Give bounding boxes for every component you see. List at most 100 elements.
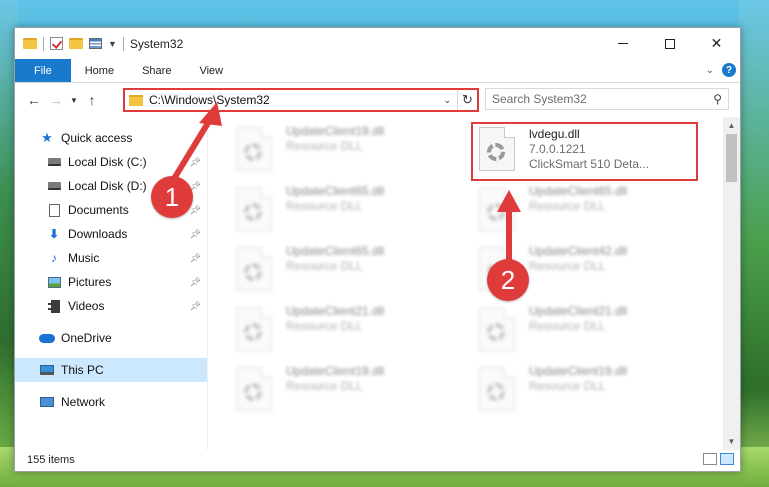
chevron-down-icon[interactable]: ▼ [108, 39, 117, 49]
chevron-down-icon[interactable]: ⌄ [443, 95, 451, 106]
list-item[interactable]: UpdateClient21.dll Resource DLL [479, 304, 627, 360]
file-meta: UpdateClient19.dll Resource DLL [529, 364, 627, 420]
pin-icon[interactable]: 📌︎ [190, 253, 201, 264]
list-item[interactable]: UpdateClient65.dll Resource DLL [479, 184, 627, 240]
highlighted-file[interactable]: lvdegu.dll 7.0.0.1221 ClickSmart 510 Det… [471, 122, 698, 181]
list-item[interactable]: UpdateClient19.dll Resource DLL [236, 124, 384, 180]
folder-icon [23, 38, 37, 49]
document-icon [46, 203, 62, 217]
close-button[interactable]: ✕ [693, 28, 740, 59]
help-icon[interactable]: ? [722, 63, 736, 77]
sidebar-item-label: Documents [68, 203, 129, 217]
new-folder-icon[interactable] [69, 38, 83, 49]
file-list: UpdateClient19.dll Resource DLL UpdateCl… [208, 117, 740, 450]
file-meta: UpdateClient65.dll Resource DLL [529, 184, 627, 240]
dll-file-icon [479, 307, 515, 351]
dll-file-icon [236, 247, 272, 291]
tab-share[interactable]: Share [128, 59, 185, 82]
address-bar[interactable]: C:\Windows\System32 ⌄ ↻ [123, 88, 479, 112]
file-type: Resource DLL [529, 259, 606, 273]
file-version: 7.0.0.1221 [529, 142, 586, 156]
file-meta: UpdateClient19.dll Resource DLL [286, 364, 384, 420]
pin-icon[interactable]: 📌︎ [190, 229, 201, 240]
tab-file[interactable]: File [15, 59, 71, 82]
file-name: UpdateClient65.dll [529, 184, 628, 198]
list-item[interactable]: UpdateClient19.dll Resource DLL [236, 364, 384, 420]
maximize-button[interactable] [646, 28, 693, 59]
quick-access-toolbar: ▼ [15, 36, 124, 51]
list-item[interactable]: UpdateClient19.dll Resource DLL [479, 364, 627, 420]
file-name: UpdateClient19.dll [286, 124, 385, 138]
list-item[interactable]: UpdateClient65.dll Resource DLL [236, 244, 384, 300]
sidebar-item-videos[interactable]: Videos 📌︎ [15, 294, 207, 318]
sidebar-item-pictures[interactable]: Pictures 📌︎ [15, 270, 207, 294]
minimize-button[interactable] [599, 28, 646, 59]
step-badge-1: 1 [151, 176, 193, 218]
scrollbar-thumb[interactable] [726, 134, 737, 182]
list-item[interactable]: UpdateClient65.dll Resource DLL [236, 184, 384, 240]
sidebar-item-downloads[interactable]: ⬇ Downloads 📌︎ [15, 222, 207, 246]
file-type: Resource DLL [286, 259, 363, 273]
address-path[interactable]: C:\Windows\System32 [149, 93, 443, 107]
explorer-body: ★ Quick access Local Disk (C:) 📌︎ Local … [15, 117, 740, 450]
tiles-view-icon[interactable] [720, 453, 734, 465]
drive-icon [46, 179, 62, 193]
navigation-pane: ★ Quick access Local Disk (C:) 📌︎ Local … [15, 117, 208, 450]
details-view-icon[interactable] [703, 453, 717, 465]
file-meta: UpdateClient19.dll Resource DLL [286, 124, 384, 180]
scroll-down-icon[interactable]: ▼ [723, 433, 740, 450]
window-controls: ✕ [599, 28, 740, 59]
file-meta: UpdateClient21.dll Resource DLL [529, 304, 627, 360]
pin-icon[interactable]: 📌︎ [190, 205, 201, 216]
list-item[interactable]: UpdateClient21.dll Resource DLL [236, 304, 384, 360]
minimize-icon [617, 43, 628, 44]
back-button[interactable]: ← [23, 89, 45, 111]
vertical-scrollbar[interactable]: ▲ ▼ [723, 117, 740, 450]
file-meta: UpdateClient65.dll Resource DLL [286, 184, 384, 240]
sidebar-item-label: This PC [61, 363, 104, 377]
file-meta: UpdateClient21.dll Resource DLL [286, 304, 384, 360]
scroll-up-icon[interactable]: ▲ [723, 117, 740, 134]
navigation-bar: ← → ▼ ↑ C:\Windows\System32 ⌄ ↻ ⚲ [15, 83, 740, 117]
dll-file-icon [236, 307, 272, 351]
pin-icon[interactable]: 📌︎ [190, 157, 201, 168]
folder-icon [129, 94, 143, 106]
file-meta: lvdegu.dll 7.0.0.1221 ClickSmart 510 Det… [529, 127, 649, 179]
ribbon-right-controls: ⌄ ? [706, 63, 736, 77]
sidebar-item-music[interactable]: ♪ Music 📌︎ [15, 246, 207, 270]
dll-file-icon [479, 127, 515, 171]
sidebar-item-label: Local Disk (D:) [68, 179, 147, 193]
file-meta: UpdateClient65.dll Resource DLL [286, 244, 384, 300]
pin-icon[interactable]: 📌︎ [190, 301, 201, 312]
file-name: UpdateClient21.dll [286, 304, 385, 318]
file-name: UpdateClient19.dll [529, 364, 628, 378]
sidebar-item-quick-access[interactable]: ★ Quick access [15, 126, 207, 150]
search-input[interactable] [492, 92, 714, 106]
title-bar: ▼ System32 ✕ [15, 28, 740, 59]
pin-icon[interactable]: 📌︎ [190, 277, 201, 288]
file-type: Resource DLL [529, 319, 606, 333]
sidebar-item-onedrive[interactable]: OneDrive [15, 326, 207, 350]
arrow-up-icon: ↑ [88, 92, 96, 108]
music-icon: ♪ [51, 251, 57, 265]
file-type: Resource DLL [286, 319, 363, 333]
up-button[interactable]: ↑ [81, 89, 103, 111]
sidebar-item-this-pc[interactable]: This PC [15, 358, 207, 382]
expand-ribbon-icon[interactable]: ⌄ [706, 65, 714, 76]
tab-home[interactable]: Home [71, 59, 128, 82]
cloud-icon [39, 331, 55, 345]
forward-button[interactable]: → [45, 89, 67, 111]
sidebar-item-label: Pictures [68, 275, 112, 289]
refresh-button[interactable]: ↻ [457, 90, 477, 110]
tab-view[interactable]: View [185, 59, 237, 82]
customize-icon[interactable] [89, 38, 102, 49]
file-explorer-window: ▼ System32 ✕ File Home Share View ⌄ ? ← … [14, 27, 741, 472]
recent-locations-button[interactable]: ▼ [67, 89, 81, 111]
sidebar-item-local-disk-c[interactable]: Local Disk (C:) 📌︎ [15, 150, 207, 174]
sidebar-item-network[interactable]: Network [15, 390, 207, 414]
search-box[interactable]: ⚲ [485, 88, 729, 110]
file-description: ClickSmart 510 Deta... [529, 157, 650, 171]
properties-check-icon[interactable] [50, 37, 63, 50]
